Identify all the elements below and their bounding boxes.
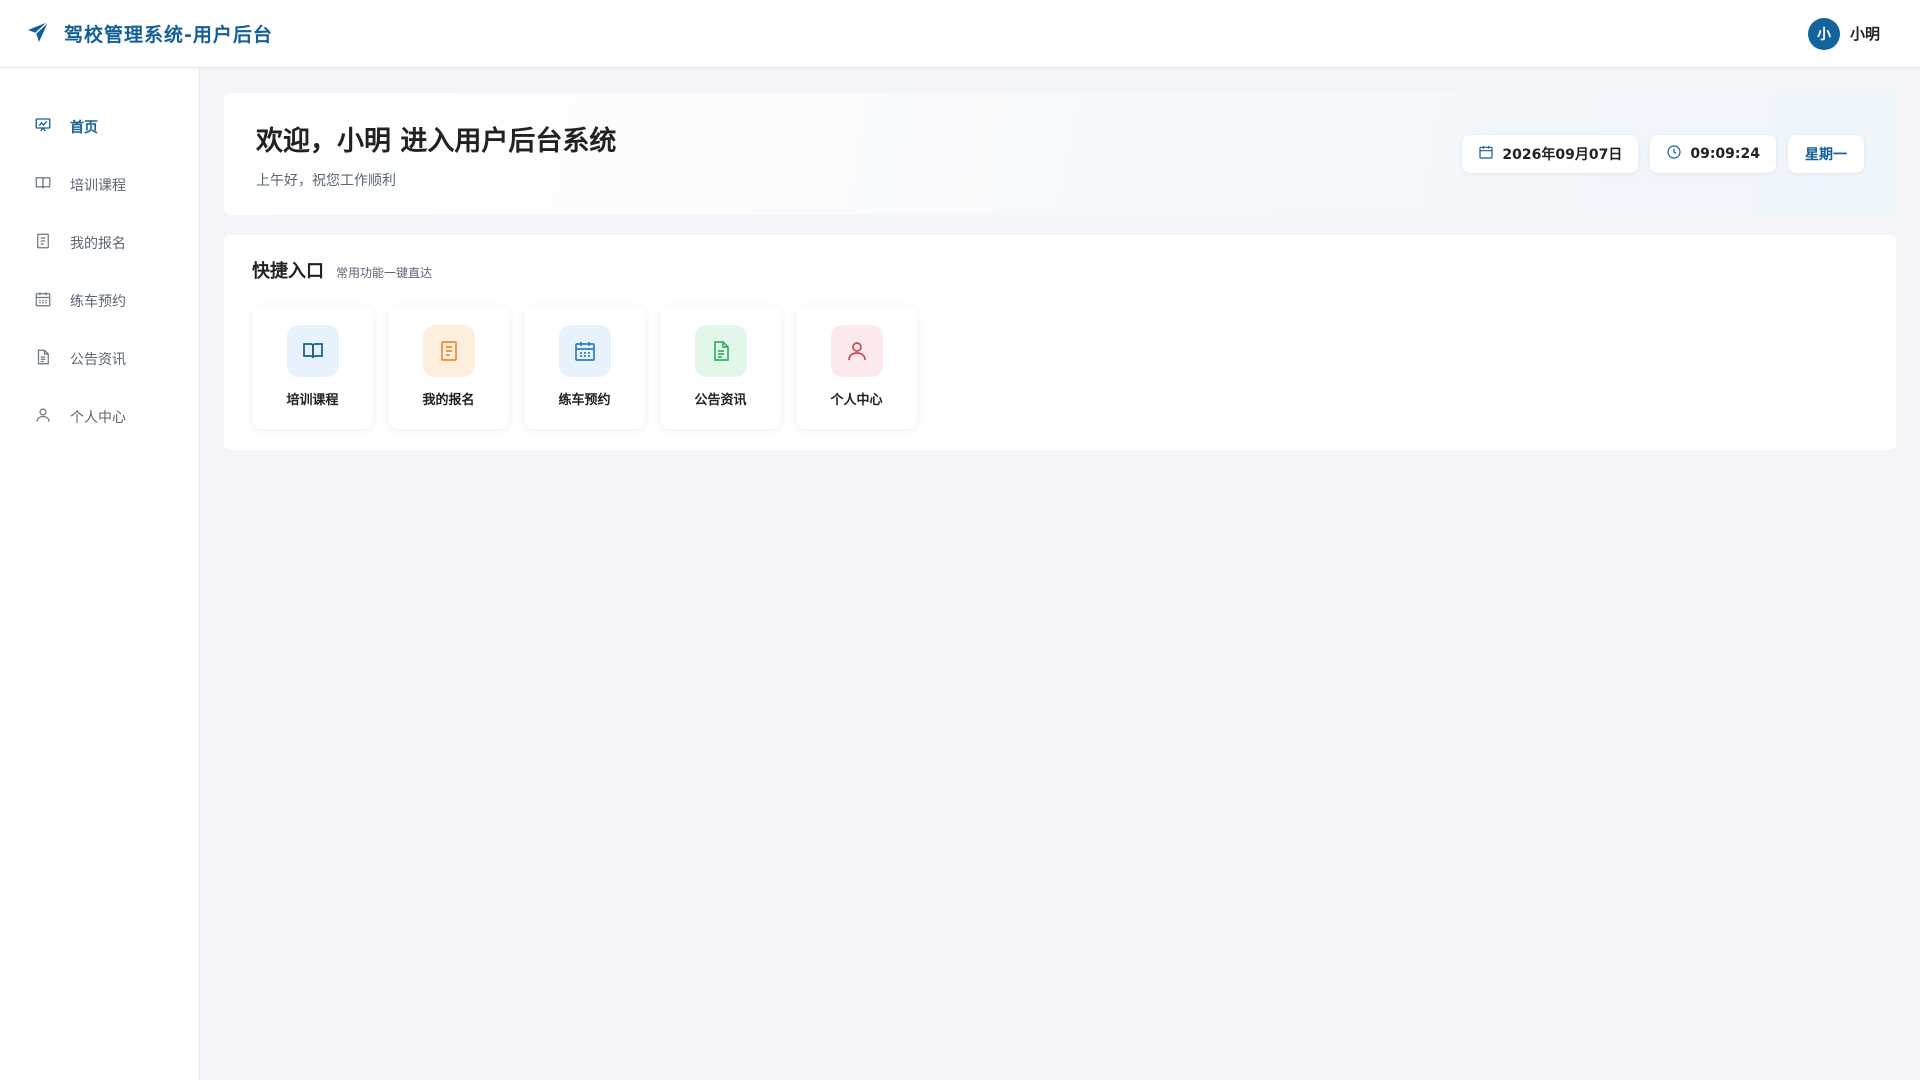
welcome-text: 欢迎，小明 进入用户后台系统 上午好，祝您工作顺利	[256, 119, 616, 190]
quick-card-label: 我的报名	[422, 393, 475, 408]
welcome-subtitle: 上午好，祝您工作顺利	[256, 172, 396, 189]
user-name[interactable]: 小明	[1850, 23, 1880, 44]
quick-card-news[interactable]: 公告资讯	[660, 305, 781, 429]
quick-card-label: 培训课程	[286, 393, 339, 408]
sidebar-item-label: 练车预约	[70, 294, 126, 310]
quick-access-panel: 快捷入口 常用功能一键直达 培训课程 我的报名 练车预约 公告资讯 个人中心	[224, 235, 1896, 450]
quick-card-label: 公告资讯	[694, 393, 747, 408]
sidebar-item-news[interactable]: 公告资讯	[0, 330, 199, 388]
calendar-icon	[558, 325, 611, 377]
sidebar: 首页 培训课程 我的报名 练车预约 公告资讯 个人中心	[0, 68, 200, 1080]
file-text-icon	[694, 325, 747, 377]
weekday-text: 星期一	[1805, 147, 1847, 163]
clock-icon	[1666, 144, 1682, 164]
quick-card-label: 个人中心	[830, 393, 883, 408]
app-title: 驾校管理系统-用户后台	[64, 24, 273, 46]
sidebar-item-label: 公告资讯	[70, 352, 126, 368]
book-icon	[34, 174, 52, 196]
user-menu[interactable]: 小 小明	[1807, 17, 1880, 50]
time-text: 09:09:24	[1690, 146, 1760, 162]
document-list-icon	[34, 232, 52, 254]
time-badge: 09:09:24	[1650, 135, 1776, 173]
user-icon	[34, 406, 52, 428]
file-text-icon	[34, 348, 52, 370]
sidebar-item-enrollment[interactable]: 我的报名	[0, 214, 199, 272]
quick-card-courses[interactable]: 培训课程	[252, 305, 373, 429]
user-icon	[830, 325, 883, 377]
quick-card-enrollment[interactable]: 我的报名	[388, 305, 509, 429]
date-time-pills: 2026年09月07日 09:09:24 星期一	[1462, 135, 1864, 173]
sidebar-item-label: 首页	[70, 120, 98, 136]
book-icon	[286, 325, 339, 377]
document-list-icon	[422, 325, 475, 377]
top-header: 驾校管理系统-用户后台 小 小明	[0, 0, 1920, 68]
brand[interactable]: 驾校管理系统-用户后台	[26, 20, 273, 48]
date-text: 2026年09月07日	[1502, 147, 1623, 163]
quick-card-booking[interactable]: 练车预约	[524, 305, 645, 429]
weekday-badge: 星期一	[1788, 135, 1864, 173]
main-content: 欢迎，小明 进入用户后台系统 上午好，祝您工作顺利 2026年09月07日 09…	[224, 93, 1896, 450]
quick-access-cards: 培训课程 我的报名 练车预约 公告资讯 个人中心	[252, 305, 1868, 429]
quick-access-subtitle: 常用功能一键直达	[336, 266, 433, 280]
sidebar-item-label: 培训课程	[70, 178, 126, 194]
paper-plane-icon	[26, 20, 50, 48]
dashboard-icon	[34, 116, 52, 138]
quick-card-label: 练车预约	[558, 393, 611, 408]
sidebar-item-profile[interactable]: 个人中心	[0, 388, 199, 446]
calendar-icon	[1478, 144, 1494, 164]
quick-card-profile[interactable]: 个人中心	[796, 305, 917, 429]
date-badge: 2026年09月07日	[1462, 135, 1639, 173]
sidebar-item-courses[interactable]: 培训课程	[0, 156, 199, 214]
welcome-banner: 欢迎，小明 进入用户后台系统 上午好，祝您工作顺利 2026年09月07日 09…	[224, 93, 1896, 215]
welcome-title: 欢迎，小明 进入用户后台系统	[256, 125, 617, 157]
avatar[interactable]: 小	[1807, 17, 1840, 50]
calendar-icon	[34, 290, 52, 312]
sidebar-item-label: 个人中心	[70, 410, 126, 426]
quick-access-header: 快捷入口 常用功能一键直达	[252, 257, 1868, 283]
sidebar-item-booking[interactable]: 练车预约	[0, 272, 199, 330]
sidebar-item-label: 我的报名	[70, 236, 126, 252]
quick-access-title: 快捷入口	[252, 261, 324, 282]
sidebar-item-home[interactable]: 首页	[0, 98, 199, 156]
